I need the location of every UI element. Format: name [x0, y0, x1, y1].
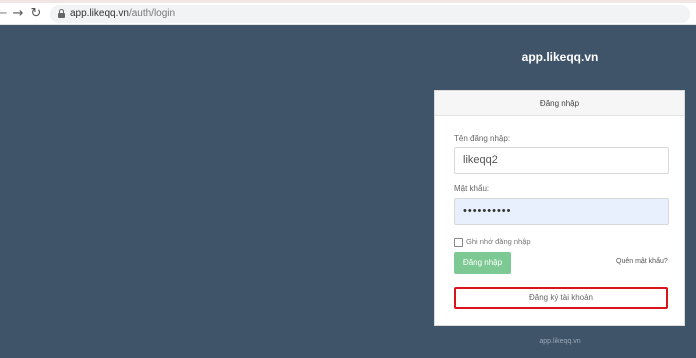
lock-icon[interactable] [58, 9, 65, 18]
login-card: Đăng nhập Tên đăng nhập: likeqq2 Mật khẩ… [434, 90, 685, 326]
back-arrow-icon[interactable]: ← [0, 6, 10, 22]
url-text[interactable]: app.likeqq.vn/auth/login [70, 7, 175, 21]
footer-text: app.likeqq.vn [539, 338, 581, 345]
reload-icon[interactable]: ↻ [28, 6, 44, 22]
password-label: Mật khẩu: [454, 184, 490, 193]
login-button[interactable]: Đăng nhập [454, 252, 511, 274]
username-input[interactable]: likeqq2 [454, 147, 669, 174]
password-input[interactable]: •••••••••• [454, 198, 669, 225]
remember-checkbox[interactable] [454, 238, 463, 247]
username-label: Tên đăng nhập: [454, 134, 511, 143]
register-button[interactable]: Đăng ký tài khoản [454, 287, 668, 309]
forgot-password-link[interactable]: Quên mật khẩu? [616, 258, 668, 265]
forward-arrow-icon[interactable]: → [10, 6, 26, 22]
url-host: app.likeqq.vn [70, 8, 129, 19]
address-bar[interactable]: app.likeqq.vn/auth/login [50, 5, 690, 23]
login-card-header: Đăng nhập [435, 91, 684, 116]
browser-toolbar: ← → ↻ app.likeqq.vn/auth/login [0, 3, 696, 25]
app-title: app.likeqq.vn [521, 50, 599, 64]
url-path: /auth/login [128, 8, 176, 19]
remember-label[interactable]: Ghi nhớ đăng nhập [466, 237, 531, 246]
